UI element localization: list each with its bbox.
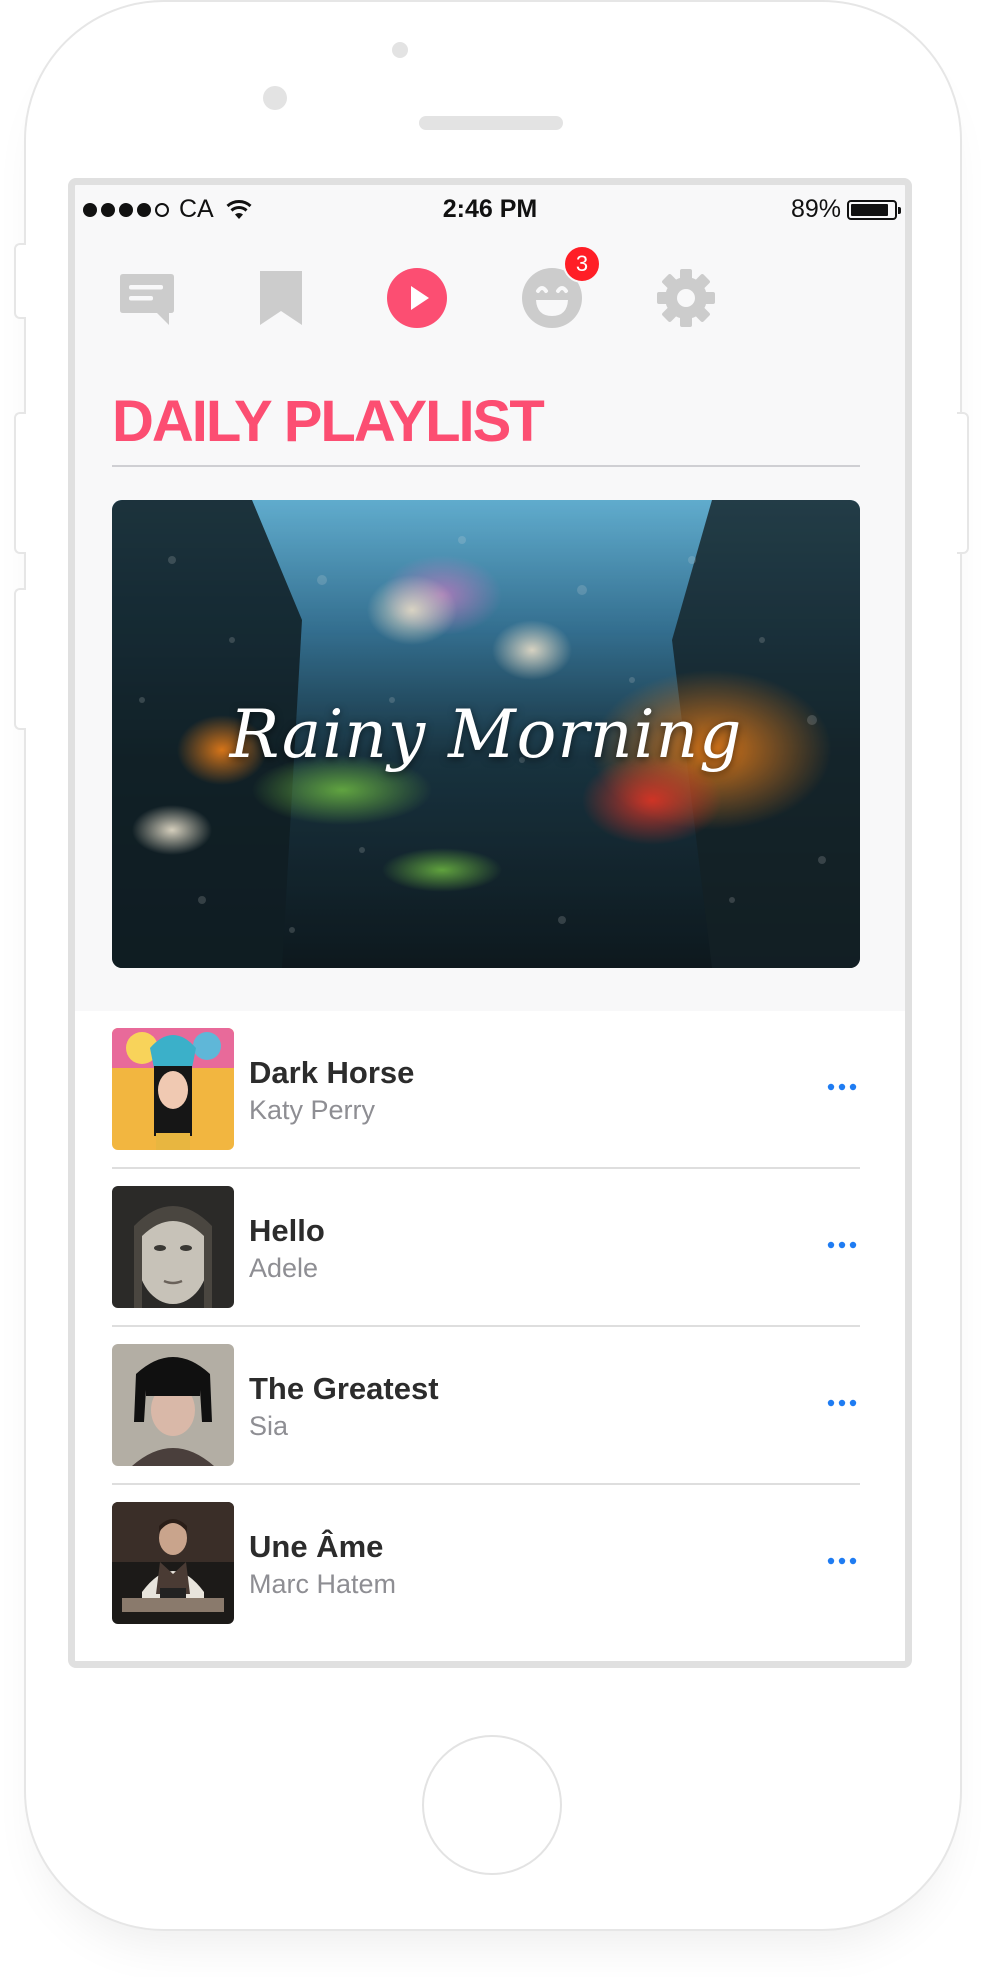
- song-artist: Sia: [249, 1411, 289, 1441]
- more-options-button[interactable]: [824, 1227, 860, 1263]
- nav-bookmarks[interactable]: [246, 263, 316, 333]
- more-options-button[interactable]: [824, 1069, 860, 1105]
- album-art-image: [112, 1186, 234, 1308]
- song-title: The Greatest: [249, 1371, 439, 1406]
- power-button: [957, 412, 969, 554]
- song-row[interactable]: Hello Adele: [112, 1169, 860, 1327]
- title-divider: [112, 465, 860, 467]
- playlist-hero-card[interactable]: Rainy Morning: [112, 500, 860, 968]
- nav-mood[interactable]: 3: [517, 245, 601, 333]
- ellipsis-icon: [827, 1083, 857, 1091]
- playlist-name: Rainy Morning: [229, 696, 743, 773]
- app-screen: CA 2:46 PM 89% 3 DAILY PLAYLIST Rainy Mo…: [68, 178, 912, 1668]
- volume-down-button: [14, 588, 26, 730]
- top-navigation: 3: [75, 245, 905, 349]
- song-artist: Adele: [249, 1253, 319, 1283]
- earpiece-speaker: [419, 116, 563, 130]
- battery-percent: 89%: [790, 195, 841, 223]
- play-icon: [387, 268, 447, 328]
- album-art-une-ame: [112, 1502, 234, 1624]
- ellipsis-icon: [827, 1399, 857, 1407]
- notification-badge: 3: [563, 245, 601, 283]
- more-options-button[interactable]: [824, 1385, 860, 1421]
- song-title: Une Âme: [249, 1529, 384, 1564]
- battery-icon: [847, 199, 901, 220]
- album-art-image: [112, 1028, 234, 1150]
- bookmark-icon: [260, 271, 302, 325]
- status-bar: CA 2:46 PM 89%: [75, 185, 905, 235]
- song-row[interactable]: The Greatest Sia: [112, 1327, 860, 1485]
- chat-icon: [120, 274, 174, 325]
- album-art-dark-horse: [112, 1028, 234, 1150]
- volume-up-button: [14, 412, 26, 554]
- ellipsis-icon: [827, 1241, 857, 1249]
- song-list: Dark Horse Katy Perry Hello Adele The Gr…: [75, 1011, 905, 1661]
- nav-settings[interactable]: [651, 263, 721, 333]
- status-right: 89%: [790, 195, 901, 224]
- song-row[interactable]: Une Âme Marc Hatem: [112, 1485, 860, 1643]
- front-camera: [263, 86, 287, 110]
- battery-tip: [898, 206, 901, 214]
- mute-switch: [14, 243, 26, 319]
- album-art-the-greatest: [112, 1344, 234, 1466]
- album-art-hello: [112, 1186, 234, 1308]
- nav-messages[interactable]: [112, 263, 182, 333]
- nav-play[interactable]: [382, 263, 452, 333]
- album-art-image: [112, 1344, 234, 1466]
- song-row[interactable]: Dark Horse Katy Perry: [112, 1011, 860, 1169]
- gear-icon: [657, 269, 715, 327]
- song-title: Dark Horse: [249, 1055, 415, 1090]
- page-title: DAILY PLAYLIST: [112, 389, 545, 454]
- song-artist: Marc Hatem: [249, 1569, 397, 1599]
- home-button[interactable]: [422, 1735, 562, 1875]
- ellipsis-icon: [827, 1557, 857, 1565]
- battery-fill: [851, 203, 889, 216]
- song-artist: Katy Perry: [249, 1095, 376, 1125]
- album-art-image: [112, 1502, 234, 1624]
- song-title: Hello: [249, 1213, 325, 1248]
- more-options-button[interactable]: [824, 1543, 860, 1579]
- proximity-sensor: [392, 42, 408, 58]
- status-time: 2:46 PM: [442, 195, 538, 223]
